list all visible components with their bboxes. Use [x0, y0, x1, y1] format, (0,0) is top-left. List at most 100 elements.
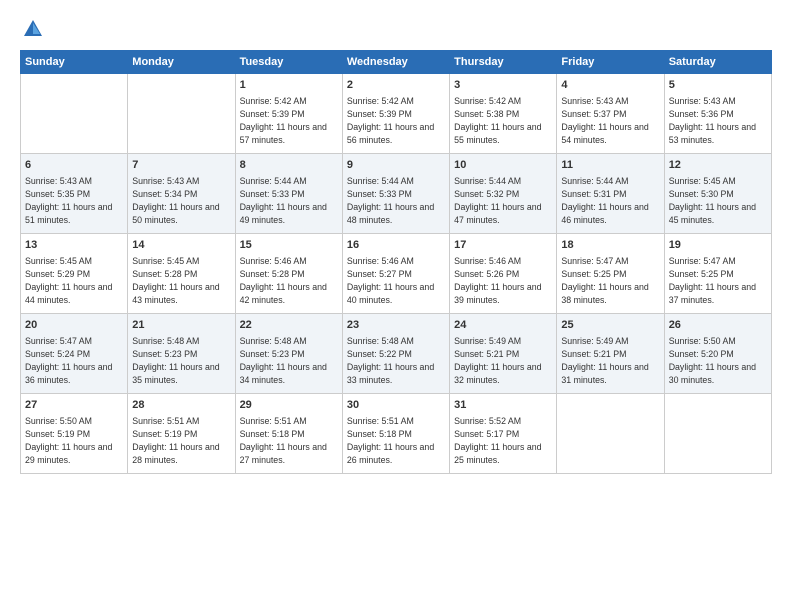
- cell-content: Sunrise: 5:47 AMSunset: 5:25 PMDaylight:…: [669, 255, 767, 306]
- cell-content: Sunrise: 5:51 AMSunset: 5:18 PMDaylight:…: [347, 415, 445, 466]
- day-number: 9: [347, 158, 445, 173]
- cell-3-0: 20 Sunrise: 5:47 AMSunset: 5:24 PMDayligh…: [21, 314, 128, 394]
- day-number: 30: [347, 398, 445, 413]
- header-row: SundayMondayTuesdayWednesdayThursdayFrid…: [21, 51, 772, 74]
- cell-content: Sunrise: 5:48 AMSunset: 5:23 PMDaylight:…: [132, 335, 230, 386]
- day-number: 26: [669, 318, 767, 333]
- cell-2-5: 18 Sunrise: 5:47 AMSunset: 5:25 PMDayligh…: [557, 234, 664, 314]
- cell-2-4: 17Sunrise: 5:46 AMSunset: 5:26 PMDayligh…: [450, 234, 557, 314]
- calendar-table: SundayMondayTuesdayWednesdayThursdayFrid…: [20, 50, 772, 474]
- calendar-page: SundayMondayTuesdayWednesdayThursdayFrid…: [0, 0, 792, 612]
- day-number: 1: [240, 78, 338, 93]
- day-number: 12: [669, 158, 767, 173]
- cell-content: Sunrise: 5:48 AMSunset: 5:23 PMDaylight:…: [240, 335, 338, 386]
- week-row-0: 1 Sunrise: 5:42 AMSunset: 5:39 PMDaylight…: [21, 74, 772, 154]
- cell-0-0: [21, 74, 128, 154]
- day-number: 11: [561, 158, 659, 173]
- cell-3-2: 22 Sunrise: 5:48 AMSunset: 5:23 PMDayligh…: [235, 314, 342, 394]
- day-number: 5: [669, 78, 767, 93]
- cell-content: Sunrise: 5:42 AMSunset: 5:39 PMDaylight:…: [347, 95, 445, 146]
- col-header-sunday: Sunday: [21, 51, 128, 74]
- cell-0-2: 1 Sunrise: 5:42 AMSunset: 5:39 PMDaylight…: [235, 74, 342, 154]
- day-number: 28: [132, 398, 230, 413]
- day-number: 22: [240, 318, 338, 333]
- cell-2-6: 19Sunrise: 5:47 AMSunset: 5:25 PMDayligh…: [664, 234, 771, 314]
- day-number: 3: [454, 78, 552, 93]
- day-number: 18: [561, 238, 659, 253]
- cell-content: Sunrise: 5:44 AMSunset: 5:33 PMDaylight:…: [240, 175, 338, 226]
- cell-3-3: 23 Sunrise: 5:48 AMSunset: 5:22 PMDayligh…: [342, 314, 449, 394]
- cell-4-3: 30 Sunrise: 5:51 AMSunset: 5:18 PMDayligh…: [342, 394, 449, 474]
- cell-content: Sunrise: 5:42 AMSunset: 5:38 PMDaylight:…: [454, 95, 552, 146]
- cell-content: Sunrise: 5:51 AMSunset: 5:18 PMDaylight:…: [240, 415, 338, 466]
- day-number: 23: [347, 318, 445, 333]
- cell-3-6: 26 Sunrise: 5:50 AMSunset: 5:20 PMDayligh…: [664, 314, 771, 394]
- cell-1-4: 10 Sunrise: 5:44 AMSunset: 5:32 PMDayligh…: [450, 154, 557, 234]
- day-number: 20: [25, 318, 123, 333]
- day-number: 16: [347, 238, 445, 253]
- cell-content: Sunrise: 5:49 AMSunset: 5:21 PMDaylight:…: [454, 335, 552, 386]
- cell-content: Sunrise: 5:45 AMSunset: 5:30 PMDaylight:…: [669, 175, 767, 226]
- cell-0-4: 3 Sunrise: 5:42 AMSunset: 5:38 PMDaylight…: [450, 74, 557, 154]
- cell-2-3: 16Sunrise: 5:46 AMSunset: 5:27 PMDayligh…: [342, 234, 449, 314]
- day-number: 7: [132, 158, 230, 173]
- day-number: 21: [132, 318, 230, 333]
- cell-content: Sunrise: 5:52 AMSunset: 5:17 PMDaylight:…: [454, 415, 552, 466]
- col-header-wednesday: Wednesday: [342, 51, 449, 74]
- day-number: 6: [25, 158, 123, 173]
- cell-2-2: 15Sunrise: 5:46 AMSunset: 5:28 PMDayligh…: [235, 234, 342, 314]
- cell-content: Sunrise: 5:44 AMSunset: 5:32 PMDaylight:…: [454, 175, 552, 226]
- cell-1-6: 12 Sunrise: 5:45 AMSunset: 5:30 PMDayligh…: [664, 154, 771, 234]
- week-row-3: 20 Sunrise: 5:47 AMSunset: 5:24 PMDayligh…: [21, 314, 772, 394]
- col-header-thursday: Thursday: [450, 51, 557, 74]
- week-row-1: 6 Sunrise: 5:43 AMSunset: 5:35 PMDaylight…: [21, 154, 772, 234]
- cell-1-1: 7 Sunrise: 5:43 AMSunset: 5:34 PMDaylight…: [128, 154, 235, 234]
- day-number: 13: [25, 238, 123, 253]
- cell-2-1: 14Sunrise: 5:45 AMSunset: 5:28 PMDayligh…: [128, 234, 235, 314]
- cell-0-1: [128, 74, 235, 154]
- cell-1-3: 9Sunrise: 5:44 AMSunset: 5:33 PMDaylight…: [342, 154, 449, 234]
- cell-content: Sunrise: 5:48 AMSunset: 5:22 PMDaylight:…: [347, 335, 445, 386]
- day-number: 27: [25, 398, 123, 413]
- col-header-tuesday: Tuesday: [235, 51, 342, 74]
- week-row-4: 27 Sunrise: 5:50 AMSunset: 5:19 PMDayligh…: [21, 394, 772, 474]
- cell-content: Sunrise: 5:45 AMSunset: 5:29 PMDaylight:…: [25, 255, 123, 306]
- cell-content: Sunrise: 5:43 AMSunset: 5:37 PMDaylight:…: [561, 95, 659, 146]
- col-header-saturday: Saturday: [664, 51, 771, 74]
- cell-0-3: 2Sunrise: 5:42 AMSunset: 5:39 PMDaylight…: [342, 74, 449, 154]
- cell-content: Sunrise: 5:50 AMSunset: 5:20 PMDaylight:…: [669, 335, 767, 386]
- cell-1-5: 11 Sunrise: 5:44 AMSunset: 5:31 PMDayligh…: [557, 154, 664, 234]
- logo-icon: [22, 18, 44, 40]
- cell-content: Sunrise: 5:46 AMSunset: 5:28 PMDaylight:…: [240, 255, 338, 306]
- cell-0-5: 4 Sunrise: 5:43 AMSunset: 5:37 PMDaylight…: [557, 74, 664, 154]
- cell-content: Sunrise: 5:44 AMSunset: 5:31 PMDaylight:…: [561, 175, 659, 226]
- cell-3-5: 25Sunrise: 5:49 AMSunset: 5:21 PMDayligh…: [557, 314, 664, 394]
- cell-4-6: [664, 394, 771, 474]
- cell-content: Sunrise: 5:50 AMSunset: 5:19 PMDaylight:…: [25, 415, 123, 466]
- day-number: 10: [454, 158, 552, 173]
- day-number: 24: [454, 318, 552, 333]
- cell-content: Sunrise: 5:43 AMSunset: 5:35 PMDaylight:…: [25, 175, 123, 226]
- cell-content: Sunrise: 5:46 AMSunset: 5:26 PMDaylight:…: [454, 255, 552, 306]
- cell-3-4: 24 Sunrise: 5:49 AMSunset: 5:21 PMDayligh…: [450, 314, 557, 394]
- day-number: 4: [561, 78, 659, 93]
- week-row-2: 13 Sunrise: 5:45 AMSunset: 5:29 PMDayligh…: [21, 234, 772, 314]
- cell-content: Sunrise: 5:45 AMSunset: 5:28 PMDaylight:…: [132, 255, 230, 306]
- day-number: 8: [240, 158, 338, 173]
- col-header-friday: Friday: [557, 51, 664, 74]
- cell-4-4: 31 Sunrise: 5:52 AMSunset: 5:17 PMDayligh…: [450, 394, 557, 474]
- cell-content: Sunrise: 5:47 AMSunset: 5:25 PMDaylight:…: [561, 255, 659, 306]
- cell-content: Sunrise: 5:43 AMSunset: 5:34 PMDaylight:…: [132, 175, 230, 226]
- cell-content: Sunrise: 5:47 AMSunset: 5:24 PMDaylight:…: [25, 335, 123, 386]
- cell-content: Sunrise: 5:51 AMSunset: 5:19 PMDaylight:…: [132, 415, 230, 466]
- col-header-monday: Monday: [128, 51, 235, 74]
- cell-0-6: 5Sunrise: 5:43 AMSunset: 5:36 PMDaylight…: [664, 74, 771, 154]
- cell-4-2: 29Sunrise: 5:51 AMSunset: 5:18 PMDayligh…: [235, 394, 342, 474]
- cell-4-0: 27 Sunrise: 5:50 AMSunset: 5:19 PMDayligh…: [21, 394, 128, 474]
- cell-content: Sunrise: 5:42 AMSunset: 5:39 PMDaylight:…: [240, 95, 338, 146]
- cell-1-0: 6 Sunrise: 5:43 AMSunset: 5:35 PMDaylight…: [21, 154, 128, 234]
- day-number: 31: [454, 398, 552, 413]
- cell-1-2: 8 Sunrise: 5:44 AMSunset: 5:33 PMDaylight…: [235, 154, 342, 234]
- day-number: 25: [561, 318, 659, 333]
- cell-4-1: 28 Sunrise: 5:51 AMSunset: 5:19 PMDayligh…: [128, 394, 235, 474]
